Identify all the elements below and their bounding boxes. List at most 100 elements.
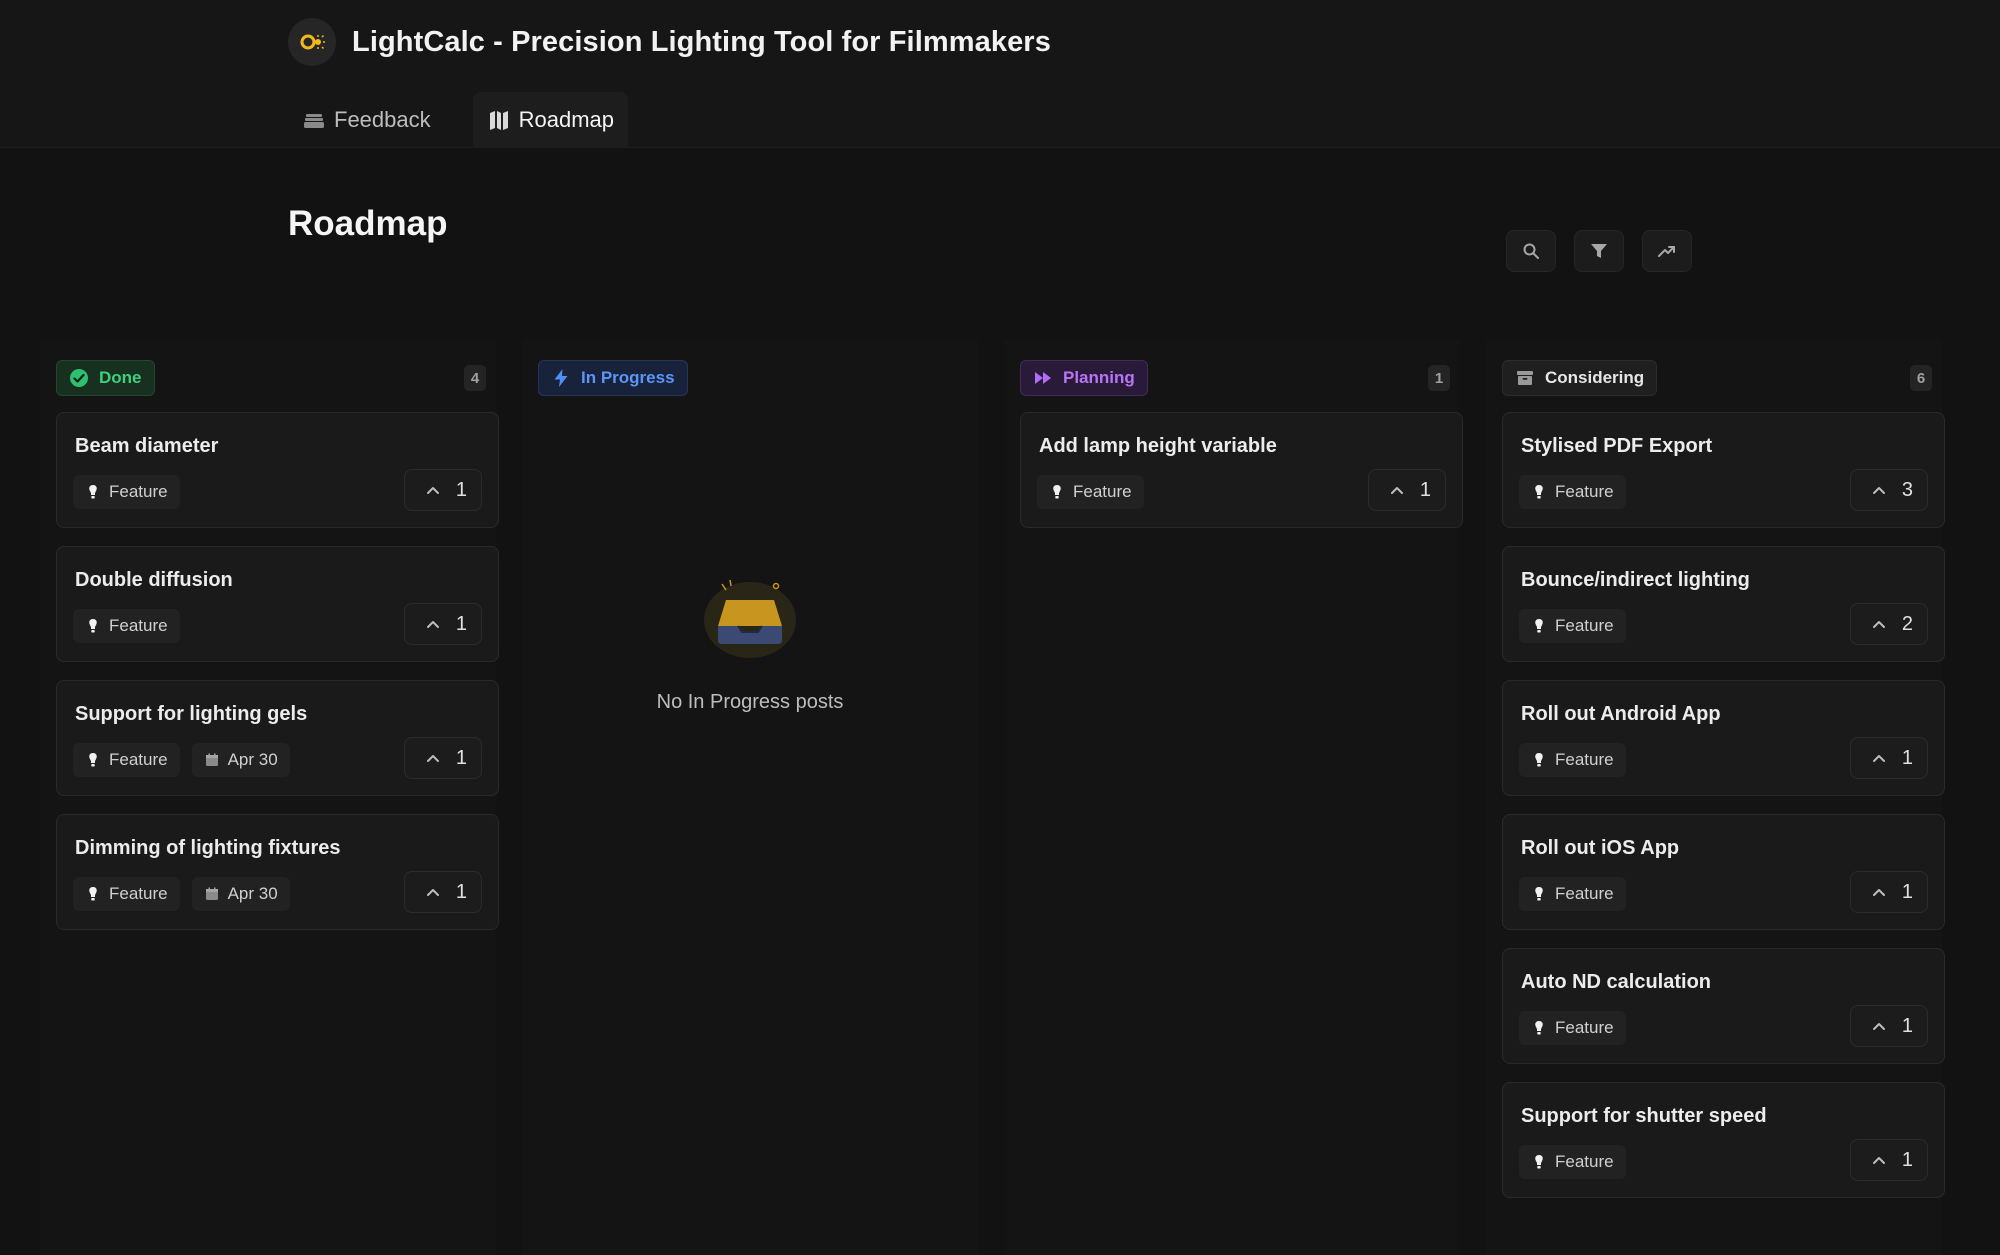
post-card[interactable]: Support for shutter speed Feature 1	[1502, 1082, 1945, 1198]
toolbar	[1506, 230, 1710, 272]
post-card[interactable]: Roll out Android App Feature 1	[1502, 680, 1945, 796]
category-tag: Feature	[1519, 877, 1626, 911]
chevron-up-icon	[1391, 487, 1403, 494]
vote-count: 3	[1901, 478, 1913, 501]
post-card[interactable]: Roll out iOS App Feature 1	[1502, 814, 1945, 930]
post-title: Bounce/indirect lighting	[1521, 569, 1750, 591]
post-title: Auto ND calculation	[1521, 971, 1712, 993]
post-card[interactable]: Dimming of lighting fixtures Feature Apr…	[56, 814, 499, 930]
category-tag: Feature	[1519, 743, 1626, 777]
column-considering: Considering 6 Stylised PDF Export Featur…	[1486, 340, 1945, 1255]
category-tag: Feature	[73, 475, 180, 509]
post-card[interactable]: Stylised PDF Export Feature 3	[1502, 412, 1945, 528]
lightbulb-icon	[89, 485, 97, 499]
vote-count: 1	[1901, 1148, 1913, 1171]
empty-state-text: No In Progress posts	[656, 691, 844, 713]
category-tag: Feature	[73, 877, 180, 911]
vote-count: 1	[1419, 478, 1431, 501]
trending-button[interactable]	[1642, 230, 1692, 272]
post-title: Roll out iOS App	[1521, 837, 1680, 859]
category-tag: Feature	[1519, 1011, 1626, 1045]
bolt-icon	[554, 369, 568, 387]
category-tag: Feature	[1519, 609, 1626, 643]
status-badge-in-progress: In Progress	[538, 360, 688, 396]
date-tag: Apr 30	[191, 877, 290, 911]
chevron-up-icon	[1873, 1023, 1885, 1030]
nav-tabs: Feedback Roadmap	[288, 92, 629, 148]
upvote-button[interactable]: 1	[1850, 871, 1928, 913]
chevron-up-icon	[1873, 889, 1885, 896]
tab-roadmap-label: Roadmap	[518, 107, 615, 132]
calendar-icon	[205, 753, 218, 766]
status-badge-considering: Considering	[1502, 360, 1658, 396]
post-card[interactable]: Double diffusion Feature 1	[56, 546, 499, 662]
trending-icon	[1658, 246, 1675, 257]
lightbulb-icon	[1535, 485, 1543, 499]
upvote-button[interactable]: 1	[1850, 1139, 1928, 1181]
chevron-up-icon	[1873, 487, 1885, 494]
category-tag: Feature	[1519, 475, 1626, 509]
column-header: In Progress	[522, 360, 978, 396]
post-card[interactable]: Add lamp height variable Feature 1	[1020, 412, 1463, 528]
post-title: Support for lighting gels	[75, 703, 308, 725]
calendar-icon	[205, 887, 218, 900]
upvote-button[interactable]: 1	[1850, 737, 1928, 779]
tab-feedback[interactable]: Feedback	[288, 92, 445, 148]
upvote-button[interactable]: 1	[404, 469, 482, 511]
status-badge-label: Considering	[1545, 368, 1645, 387]
chevron-up-icon	[1873, 755, 1885, 762]
column-count: 1	[1428, 365, 1450, 391]
lightbulb-icon	[89, 753, 97, 767]
column-count: 6	[1910, 365, 1932, 391]
empty-inbox-icon	[704, 579, 796, 658]
upvote-button[interactable]: 2	[1850, 603, 1928, 645]
vote-count: 2	[1901, 612, 1913, 635]
post-card[interactable]: Beam diameter Feature 1	[56, 412, 499, 528]
tab-feedback-label: Feedback	[334, 107, 431, 132]
app-title: LightCalc - Precision Lighting Tool for …	[352, 25, 1051, 58]
upvote-button[interactable]: 3	[1850, 469, 1928, 511]
post-card[interactable]: Bounce/indirect lighting Feature 2	[1502, 546, 1945, 662]
fast-forward-icon	[1035, 372, 1051, 384]
post-title: Roll out Android App	[1521, 703, 1721, 725]
category-tag: Feature	[73, 609, 180, 643]
inbox-stack-icon	[304, 114, 324, 128]
lightbulb-icon	[1535, 619, 1543, 633]
lightbulb-icon	[1535, 753, 1543, 767]
status-badge-planning: Planning	[1020, 360, 1148, 396]
upvote-button[interactable]: 1	[1368, 469, 1446, 511]
search-button[interactable]	[1506, 230, 1556, 272]
post-title: Add lamp height variable	[1039, 435, 1277, 457]
tab-roadmap[interactable]: Roadmap	[472, 92, 629, 148]
post-title: Beam diameter	[75, 435, 219, 457]
chevron-up-icon	[1873, 1157, 1885, 1164]
upvote-button[interactable]: 1	[404, 737, 482, 779]
status-badge-label: In Progress	[581, 368, 675, 387]
lightbulb-icon	[1535, 1021, 1543, 1035]
roadmap-icon	[489, 111, 508, 130]
lightbulb-icon	[1053, 485, 1061, 499]
vote-count: 1	[455, 478, 467, 501]
chevron-up-icon	[427, 889, 439, 896]
vote-count: 1	[455, 880, 467, 903]
column-count: 4	[464, 365, 486, 391]
upvote-button[interactable]: 1	[404, 603, 482, 645]
chevron-up-icon	[427, 487, 439, 494]
vote-count: 1	[455, 746, 467, 769]
category-tag: Feature	[73, 743, 180, 777]
post-card[interactable]: Support for lighting gels Feature Apr 30…	[56, 680, 499, 796]
post-title: Stylised PDF Export	[1521, 435, 1713, 457]
brand[interactable]: LightCalc - Precision Lighting Tool for …	[288, 18, 1051, 66]
post-card[interactable]: Auto ND calculation Feature 1	[1502, 948, 1945, 1064]
chevron-up-icon	[1873, 621, 1885, 628]
post-title: Dimming of lighting fixtures	[75, 837, 341, 859]
post-title: Double diffusion	[75, 569, 233, 591]
app-logo-icon[interactable]	[288, 18, 336, 66]
status-badge-label: Done	[99, 368, 142, 387]
upvote-button[interactable]: 1	[1850, 1005, 1928, 1047]
filter-button[interactable]	[1574, 230, 1624, 272]
status-badge-label: Planning	[1063, 368, 1135, 387]
upvote-button[interactable]: 1	[404, 871, 482, 913]
archive-box-icon	[1517, 371, 1533, 385]
lightbulb-icon	[89, 619, 97, 633]
